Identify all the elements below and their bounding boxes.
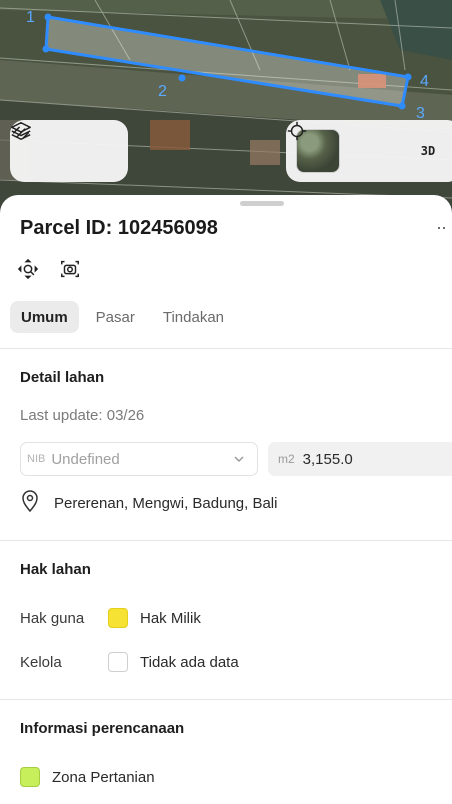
tab-pasar[interactable]: Pasar [85, 301, 146, 333]
zone-color-swatch [20, 767, 40, 787]
rights-section-title: Hak lahan [20, 561, 91, 578]
area-unit: m2 [278, 452, 295, 466]
zoom-to-parcel-icon [17, 258, 39, 285]
vertex-label-2: 2 [158, 83, 167, 100]
rights-label: Hak guna [20, 609, 85, 627]
planning-section-title: Informasi perencanaan [20, 720, 185, 737]
vertex-label-1: 1 [26, 9, 35, 26]
divider [0, 348, 452, 349]
sheet-drag-handle[interactable] [240, 201, 284, 206]
color-swatch [108, 608, 128, 628]
tab-tindakan[interactable]: Tindakan [152, 301, 235, 333]
chevron-down-icon [233, 452, 245, 469]
last-update-text: Last update: 03/26 [20, 407, 145, 424]
measure-button[interactable] [12, 126, 115, 171]
rights-row-hak-guna: Hak guna Hak Milik [20, 608, 201, 628]
divider [0, 699, 452, 700]
detail-section-title: Detail lahan [20, 369, 105, 386]
rights-label: Kelola [20, 653, 62, 671]
tab-umum[interactable]: Umum [10, 301, 79, 333]
rights-value: Hak Milik [140, 609, 201, 627]
satellite-map: 1 2 3 4 [0, 0, 452, 215]
color-swatch [108, 652, 128, 672]
rights-row-kelola: Kelola Tidak ada data [20, 652, 239, 672]
area-value: 3,155.0 [302, 450, 353, 468]
zone-label: Zona Pertanian [52, 768, 155, 786]
zoom-to-parcel-button[interactable] [16, 258, 40, 285]
screenshot-button[interactable] [58, 259, 82, 283]
map-view-panel: 3D [286, 120, 452, 182]
map-view[interactable]: 1 2 3 4 3D [0, 0, 452, 215]
zone-row: Zona Pertanian [20, 767, 155, 787]
screenshot-icon [59, 258, 81, 285]
location-text: Pererenan, Mengwi, Badung, Bali [54, 494, 278, 512]
vertex-label-4: 4 [420, 73, 429, 90]
location-row: Pererenan, Mengwi, Badung, Bali [20, 490, 277, 516]
parcel-title: Parcel ID: 102456098 [20, 217, 218, 239]
nib-prefix: NIB [27, 453, 46, 465]
parcel-bottom-sheet: Parcel ID: 102456098 ·· Umum Pasar Tinda… [0, 195, 452, 804]
locate-button[interactable] [287, 121, 394, 171]
rights-value: Tidak ada data [140, 653, 239, 671]
nib-select[interactable]: NIB Undefined [20, 442, 258, 476]
view-3d-button[interactable]: 3D [408, 131, 448, 171]
location-pin-icon [20, 490, 40, 516]
divider [0, 540, 452, 541]
nib-value: Undefined [51, 450, 120, 468]
parcel-actions [16, 258, 82, 285]
more-options-button[interactable]: ·· [436, 217, 447, 238]
map-tools-panel [10, 120, 128, 182]
area-field: m2 3,155.0 [268, 442, 452, 476]
tab-bar: Umum Pasar Tindakan [10, 301, 235, 333]
